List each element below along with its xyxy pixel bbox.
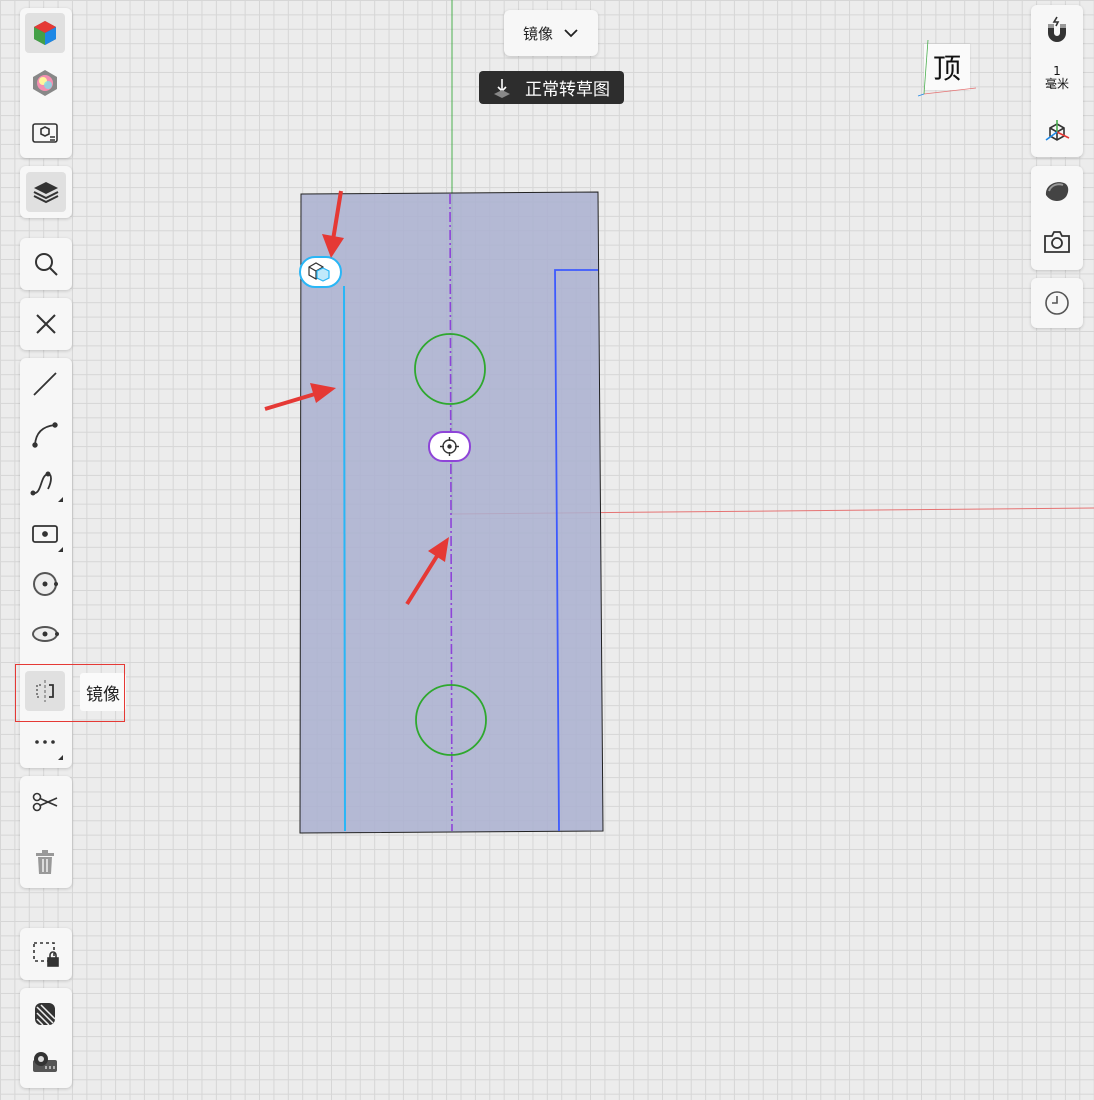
origin-marker[interactable] — [428, 431, 471, 462]
axis-icon — [1045, 120, 1070, 141]
ellipse-tool[interactable] — [25, 614, 65, 654]
search-icon — [35, 253, 58, 276]
line-tool[interactable] — [25, 364, 65, 404]
close-icon — [36, 314, 56, 334]
pattern-tool[interactable] — [25, 994, 65, 1034]
ellipse-icon — [32, 626, 59, 642]
screenshot-tool[interactable] — [1039, 224, 1075, 260]
measure-icon — [33, 1052, 57, 1072]
delete-tool[interactable] — [25, 842, 65, 882]
rectangle-icon — [32, 525, 58, 543]
more-icon — [35, 740, 55, 744]
circle-icon — [33, 572, 58, 596]
arc-tool[interactable] — [25, 414, 65, 454]
magnet-icon — [1048, 16, 1066, 42]
left-panel-bottom-lock — [20, 928, 72, 980]
camera-icon — [1044, 231, 1070, 253]
material-ball-icon — [1045, 182, 1069, 202]
left-panel-bottom-tools — [20, 988, 72, 1088]
layers-icon — [33, 182, 59, 204]
selection-lock-tool[interactable] — [26, 934, 66, 974]
selection-lock-icon — [33, 942, 59, 967]
clock-icon — [1045, 291, 1069, 315]
color-tool[interactable] — [25, 63, 65, 103]
more-tool[interactable] — [25, 722, 65, 762]
axis-tool[interactable] — [1039, 113, 1075, 149]
left-panel-close — [20, 298, 72, 350]
search-tool[interactable] — [26, 244, 66, 284]
close-tool[interactable] — [26, 304, 66, 344]
grid-scale-readout[interactable]: 1 毫米 — [1031, 65, 1083, 91]
measure-tool[interactable] — [25, 1042, 65, 1082]
view-box-icon — [32, 123, 58, 143]
arc-icon — [32, 422, 58, 448]
trash-icon — [36, 850, 54, 874]
view-box-tool[interactable] — [25, 113, 65, 153]
spline-tool[interactable] — [25, 464, 65, 504]
grid-scale-unit: 毫米 — [1044, 77, 1069, 91]
spline-icon — [30, 471, 52, 496]
color-wheel-icon — [33, 70, 57, 96]
right-panel-history — [1031, 278, 1083, 328]
mirror-dropdown-label: 镜像 — [522, 24, 553, 43]
scissors-icon — [32, 792, 58, 812]
rectangle-tool[interactable] — [25, 514, 65, 554]
view-cube-axes — [917, 39, 977, 97]
left-panel-search — [20, 238, 72, 290]
sketch-viewport[interactable] — [0, 0, 1094, 1100]
annotation-highlight-box — [15, 664, 125, 722]
left-panel-views — [20, 8, 72, 158]
snap-tool[interactable] — [1039, 13, 1075, 49]
layers-tool[interactable] — [26, 172, 66, 212]
left-panel-edit — [20, 776, 72, 888]
history-tool[interactable] — [1039, 285, 1075, 321]
circle-tool[interactable] — [25, 564, 65, 604]
pattern-icon — [35, 1003, 56, 1026]
trim-tool[interactable] — [25, 782, 65, 822]
cube-color-icon — [34, 21, 56, 45]
submenu-indicator — [58, 497, 63, 502]
right-panel-snap: 1 毫米 — [1031, 5, 1083, 157]
left-panel-layers — [20, 166, 72, 218]
selected-line[interactable] — [343, 285, 346, 832]
body-marker[interactable] — [299, 256, 342, 288]
normal-to-sketch-button[interactable]: 正常转草图 — [479, 71, 624, 104]
chevron-down-icon — [564, 29, 578, 38]
normal-to-sketch-label: 正常转草图 — [525, 80, 610, 100]
submenu-indicator — [58, 547, 63, 552]
mirror-dropdown[interactable]: 镜像 — [504, 10, 598, 56]
material-tool[interactable] — [1039, 174, 1075, 210]
right-panel-render — [1031, 166, 1083, 270]
submenu-indicator — [58, 755, 63, 760]
line-icon — [33, 372, 57, 396]
normal-view-icon — [494, 78, 510, 98]
appearance-tool[interactable] — [25, 13, 65, 53]
